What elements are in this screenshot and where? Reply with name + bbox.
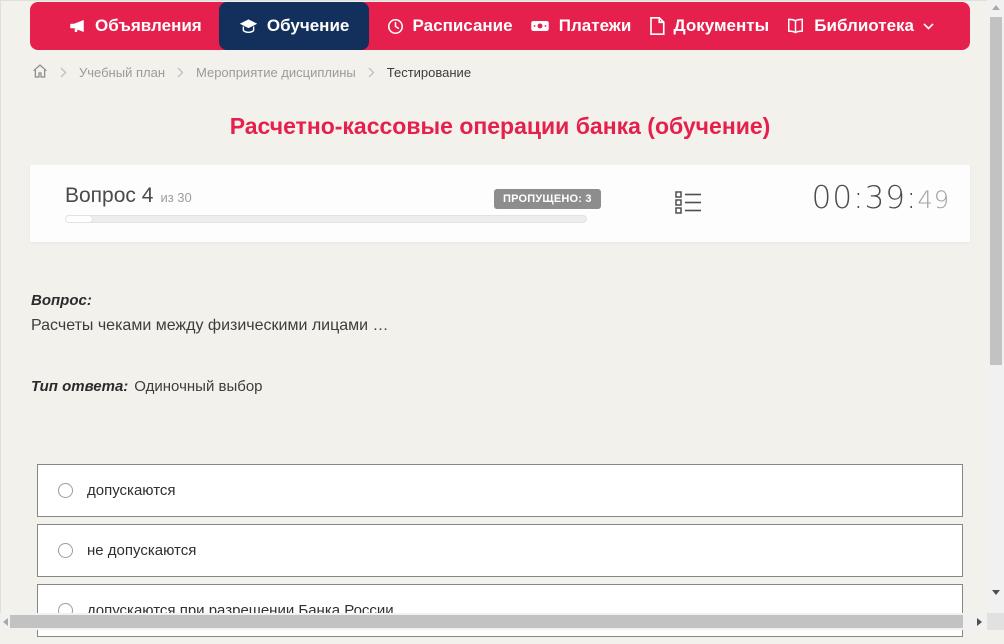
nav-item-label: Платежи xyxy=(558,16,632,35)
page: Объявления Обучение Расписание Платежи Д… xyxy=(0,0,1004,637)
clock-icon xyxy=(387,18,404,35)
answer-type-line: Тип ответа: Одиночный выбор xyxy=(31,378,263,395)
answer-option-label: допускаются xyxy=(87,482,176,499)
timer: 00:39: 49 xyxy=(812,180,950,216)
breadcrumb-item-curriculum[interactable]: Учебный план xyxy=(79,65,165,80)
chevron-down-icon xyxy=(923,22,934,30)
page-title: Расчетно-кассовые операции банка (обучен… xyxy=(229,113,771,139)
home-icon[interactable] xyxy=(32,63,48,82)
skipped-badge: ПРОПУЩЕНО: 3 xyxy=(494,189,601,209)
scroll-left-icon[interactable] xyxy=(3,618,8,626)
nav-item-label: Библиотека xyxy=(814,16,914,35)
banknote-icon xyxy=(530,16,550,36)
progress-bar xyxy=(65,215,587,223)
question-label: Вопрос: xyxy=(31,292,92,309)
scrollbar-corner xyxy=(987,613,1004,630)
graduation-cap-icon xyxy=(239,17,258,36)
book-icon xyxy=(786,17,805,35)
breadcrumb-separator-icon xyxy=(177,67,184,78)
scroll-right-icon[interactable] xyxy=(977,618,982,626)
top-navigation: Объявления Обучение Расписание Платежи Д… xyxy=(30,2,970,50)
vertical-scrollbar-thumb[interactable] xyxy=(990,17,1002,365)
nav-item-library[interactable]: Библиотека xyxy=(786,2,934,50)
nav-item-documents[interactable]: Документы xyxy=(649,2,770,50)
answer-type-value: Одиночный выбор xyxy=(134,378,263,395)
answer-type-label: Тип ответа: xyxy=(31,378,129,395)
breadcrumb: Учебный план Мероприятие дисциплины Тест… xyxy=(32,63,471,82)
breadcrumb-item-testing: Тестирование xyxy=(386,65,472,80)
radio-button[interactable] xyxy=(58,543,73,558)
timer-seconds: 49 xyxy=(917,186,950,214)
breadcrumb-item-discipline-event[interactable]: Мероприятие дисциплины xyxy=(196,65,356,80)
horizontal-scrollbar[interactable] xyxy=(0,613,987,630)
nav-item-label: Документы xyxy=(673,16,770,35)
answer-option-label: не допускаются xyxy=(87,542,197,559)
nav-item-schedule[interactable]: Расписание xyxy=(387,2,513,50)
answer-option-1[interactable]: допускаются xyxy=(37,464,963,517)
answer-option-2[interactable]: не допускаются xyxy=(37,524,963,577)
question-counter: Вопрос 4 из 30 xyxy=(65,184,192,208)
radio-button[interactable] xyxy=(58,483,73,498)
progress-fill xyxy=(66,216,92,222)
document-icon xyxy=(649,17,665,35)
timer-minutes: 00:39: xyxy=(811,180,918,216)
breadcrumb-separator-icon xyxy=(368,67,375,78)
quiz-header-card: Вопрос 4 из 30 ПРОПУЩЕНО: 3 00:39: 49 xyxy=(30,165,970,242)
nav-item-payments[interactable]: Платежи xyxy=(530,2,632,50)
question-total: из 30 xyxy=(160,190,192,205)
scroll-up-icon[interactable] xyxy=(992,5,1000,10)
breadcrumb-separator-icon xyxy=(60,67,67,78)
scroll-down-icon[interactable] xyxy=(992,590,1000,595)
nav-item-label: Объявления xyxy=(95,16,202,35)
megaphone-icon xyxy=(68,17,86,35)
question-text: Расчеты чеками между физическими лицами … xyxy=(31,317,389,334)
question-number: Вопрос 4 xyxy=(65,184,154,207)
question-list-icon[interactable] xyxy=(675,190,702,220)
nav-item-learning[interactable]: Обучение xyxy=(218,2,370,50)
nav-item-label: Расписание xyxy=(412,16,513,35)
horizontal-scrollbar-thumb[interactable] xyxy=(10,615,963,628)
nav-item-announcements[interactable]: Объявления xyxy=(68,2,202,50)
vertical-scrollbar[interactable] xyxy=(987,0,1004,613)
nav-item-label: Обучение xyxy=(266,16,350,35)
